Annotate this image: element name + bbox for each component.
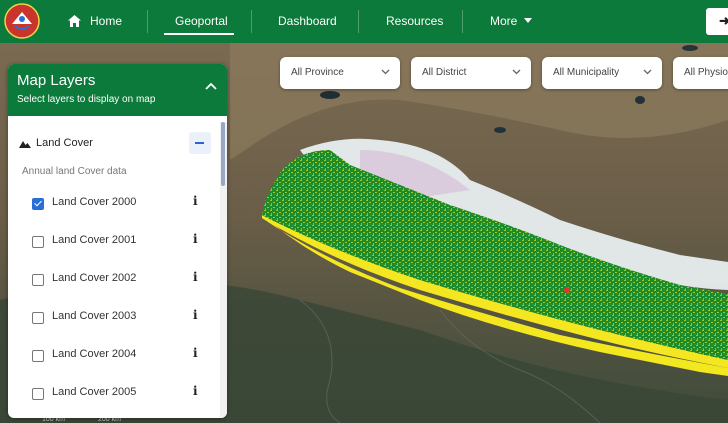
nav-divider [462,10,463,33]
layer-label: Land Cover 2005 [52,386,137,398]
layer-item[interactable]: Land Cover 2000 i [8,192,220,218]
nav-resources-label: Resources [386,14,444,28]
chevron-down-icon [512,69,521,75]
nav-home[interactable]: Home [68,0,122,43]
nav-divider [251,10,252,33]
info-icon[interactable]: i [193,194,198,208]
minus-icon [195,142,204,144]
info-icon[interactable]: i [193,346,198,360]
info-icon[interactable]: i [193,232,198,246]
chevron-up-icon[interactable] [205,82,217,90]
collapse-group-button[interactable] [189,132,211,154]
layer-item[interactable]: Land Cover 2001 i [8,230,220,256]
nav-more-label: More [490,14,518,28]
nav-geoportal[interactable]: Geoportal [175,0,228,43]
nav-divider [147,10,148,33]
nav-more[interactable]: More [490,0,533,43]
map-layers-header[interactable]: Map Layers Select layers to display on m… [8,64,227,116]
top-navbar: Home Geoportal Dashboard Resources More … [0,0,728,43]
arrow-login-icon: ➜ [719,13,728,28]
mountain-icon [19,141,31,148]
physiography-select-value: All Physio [684,67,728,78]
layer-item[interactable]: Land Cover 2002 i [8,268,220,294]
municipality-select[interactable]: All Municipality [542,57,662,89]
chevron-down-icon [381,69,390,75]
nav-dashboard[interactable]: Dashboard [278,0,337,43]
layer-item[interactable]: Land Cover 2005 i [8,382,220,408]
nepal-emblem-logo[interactable] [3,2,41,40]
nav-geoportal-label: Geoportal [175,14,228,28]
physiography-select[interactable]: All Physio [673,57,728,89]
home-icon [68,15,81,27]
layer-label: Land Cover 2000 [52,196,137,208]
map-layers-title: Map Layers [17,72,96,89]
info-icon[interactable]: i [193,384,198,398]
layer-checkbox[interactable] [32,274,44,286]
info-icon[interactable]: i [193,270,198,284]
layer-checkbox[interactable] [32,236,44,248]
panel-scrollbar[interactable] [220,122,227,418]
layer-checkbox[interactable] [32,350,44,362]
layer-checkbox[interactable] [32,312,44,324]
land-cover-group-header[interactable]: Land Cover [8,132,220,156]
layer-label: Land Cover 2003 [52,310,137,322]
scrollbar-thumb[interactable] [221,122,225,186]
active-tab-indicator [164,33,234,35]
nav-resources[interactable]: Resources [386,0,443,43]
caret-down-icon [524,18,533,23]
municipality-select-value: All Municipality [553,67,620,78]
nav-dashboard-label: Dashboard [278,14,337,28]
login-button[interactable]: ➜ [706,8,728,35]
layer-label: Land Cover 2004 [52,348,137,360]
nav-divider [358,10,359,33]
layer-checkbox[interactable] [32,388,44,400]
layer-checkbox[interactable] [32,198,44,210]
nav-home-label: Home [90,14,123,28]
district-select-value: All District [422,67,467,78]
layer-label: Land Cover 2002 [52,272,137,284]
chevron-down-icon [643,69,652,75]
district-select[interactable]: All District [411,57,531,89]
land-cover-group-label: Land Cover [36,137,93,149]
land-cover-description: Annual land Cover data [22,166,127,177]
map-layers-panel: Map Layers Select layers to display on m… [8,64,227,418]
province-select[interactable]: All Province [280,57,400,89]
layer-item[interactable]: Land Cover 2003 i [8,306,220,332]
layer-item[interactable]: Land Cover 2004 i [8,344,220,370]
map-layers-subtitle: Select layers to display on map [17,94,156,105]
layer-label: Land Cover 2001 [52,234,137,246]
info-icon[interactable]: i [193,308,198,322]
province-select-value: All Province [291,67,344,78]
